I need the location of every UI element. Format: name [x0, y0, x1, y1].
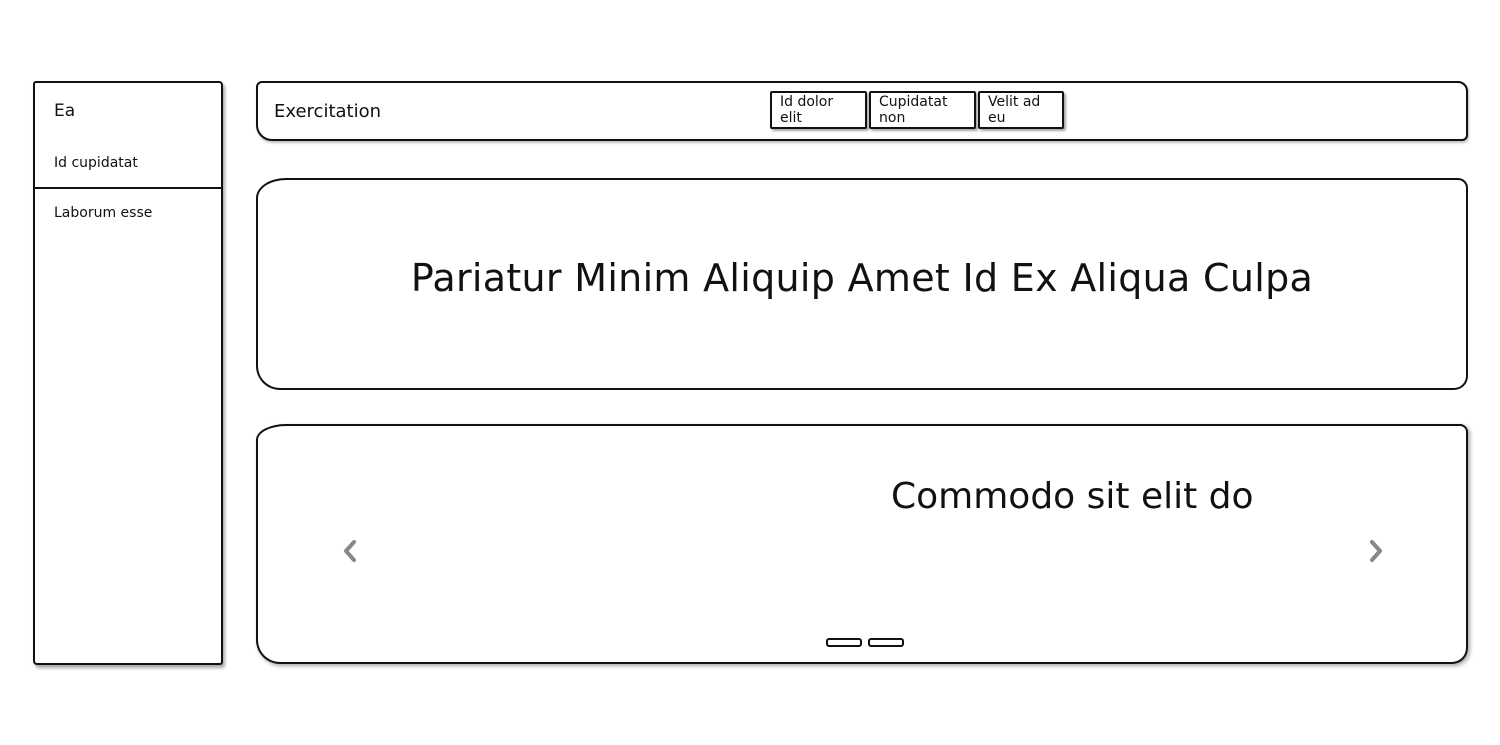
hero-panel: Pariatur Minim Aliquip Amet Id Ex Aliqua…	[256, 178, 1468, 390]
carousel-indicator-1[interactable]	[826, 638, 862, 647]
top-navbar: Exercitation Id dolor elit Cupidatat non…	[256, 81, 1468, 141]
carousel: Commodo sit elit do	[256, 424, 1468, 664]
id-dolor-elit-button[interactable]: Id dolor elit	[770, 91, 867, 129]
chevron-left-icon[interactable]	[338, 536, 362, 566]
carousel-caption: Commodo sit elit do	[891, 476, 1254, 517]
sidebar-divider	[35, 187, 221, 189]
chevron-right-icon[interactable]	[1364, 536, 1388, 566]
cupidatat-non-button[interactable]: Cupidatat non	[869, 91, 976, 129]
carousel-indicators	[826, 638, 904, 647]
sidebar-item-id-cupidatat[interactable]: Id cupidatat	[54, 155, 138, 171]
sidebar-brand[interactable]: Ea	[54, 101, 75, 121]
sidebar-item-laborum-esse[interactable]: Laborum esse	[54, 205, 152, 221]
sidebar: Ea Id cupidatat Laborum esse	[33, 81, 223, 665]
hero-title: Pariatur Minim Aliquip Amet Id Ex Aliqua…	[410, 256, 1314, 300]
navbar-title: Exercitation	[274, 101, 382, 122]
velit-ad-eu-button[interactable]: Velit ad eu	[978, 91, 1064, 129]
carousel-indicator-2[interactable]	[868, 638, 904, 647]
navbar-button-group: Id dolor elit Cupidatat non Velit ad eu	[770, 91, 1064, 129]
